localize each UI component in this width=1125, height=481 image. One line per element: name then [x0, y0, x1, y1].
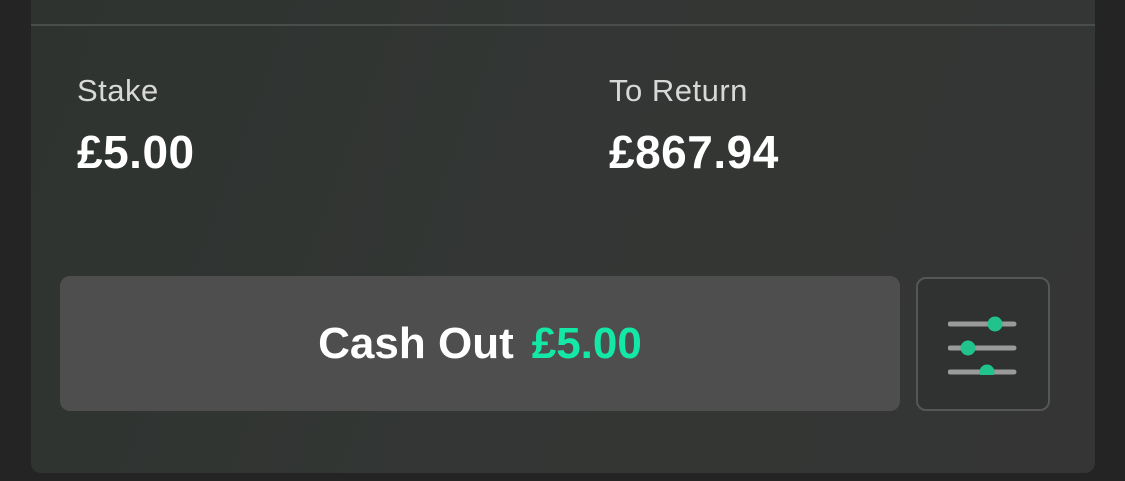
sliders-icon — [948, 316, 1017, 375]
cash-out-settings-button[interactable] — [916, 277, 1050, 411]
stake-label: Stake — [77, 73, 159, 108]
stake-value: £5.00 — [77, 126, 195, 178]
to-return-label: To Return — [609, 73, 748, 108]
cash-out-label: Cash Out — [318, 318, 514, 368]
divider — [31, 24, 1095, 26]
cash-out-amount: £5.00 — [531, 318, 642, 368]
stake-block: Stake £5.00 — [77, 72, 195, 178]
cash-out-button[interactable]: Cash Out £5.00 — [60, 276, 900, 411]
to-return-value: £867.94 — [609, 126, 779, 178]
to-return-block: To Return £867.94 — [609, 72, 779, 178]
